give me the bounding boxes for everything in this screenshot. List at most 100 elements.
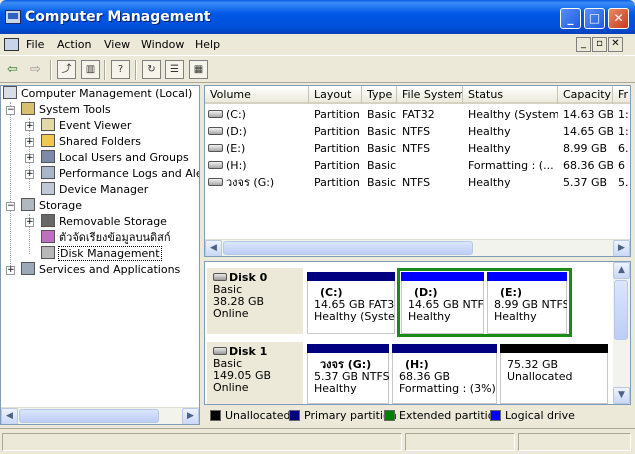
menu-action[interactable]: Action (57, 38, 91, 51)
tree-services-label: Services and Applications (39, 263, 181, 276)
legend-extended: Extended partition (384, 408, 501, 424)
tree-root-label: Computer Management (Local) (21, 87, 193, 100)
tree-device-manager-label: Device Manager (59, 183, 149, 196)
col-free-space[interactable]: Fr (613, 86, 630, 104)
back-icon[interactable]: ⇦ (3, 60, 22, 79)
menu-file[interactable]: File (26, 38, 44, 51)
partition-d[interactable]: (D:) 14.65 GB NTFS Healthy (401, 272, 484, 334)
volume-row[interactable]: (E:) Partition Basic NTFS Healthy 8.99 G… (205, 140, 630, 157)
col-status[interactable]: Status (463, 86, 558, 104)
close-button[interactable]: ✕ (608, 8, 629, 29)
show-hide-tree-icon[interactable]: ▥ (81, 60, 100, 79)
disk-0-label[interactable]: Disk 0 Basic 38.28 GB Online (207, 268, 304, 334)
storage-icon (21, 198, 35, 211)
drive-icon (208, 127, 223, 135)
minimize-button[interactable]: _ (560, 8, 581, 29)
collapse-system-tools-icon[interactable]: − (6, 106, 15, 115)
volume-row[interactable]: (D:) Partition Basic NTFS Healthy 14.65 … (205, 123, 630, 140)
help-icon[interactable]: ? (111, 60, 130, 79)
scroll-up-icon[interactable]: ▲ (613, 262, 630, 279)
expand-services-icon[interactable]: + (6, 266, 15, 275)
tree-disk-management[interactable]: Disk Management (41, 246, 162, 262)
tree-removable-storage-label: Removable Storage (59, 215, 167, 228)
tree-horizontal-scrollbar[interactable]: ◀ ▶ (1, 407, 199, 424)
partition-g[interactable]: วงจร (G:) 5.37 GB NTFS Healthy (307, 344, 389, 404)
status-cell: Healthy (468, 176, 511, 189)
volume-row[interactable]: (H:) Partition Basic Formatting : (... 6… (205, 157, 630, 174)
toolbar-separator (135, 60, 137, 80)
scroll-right-icon[interactable]: ▶ (182, 408, 199, 424)
expand-removable-storage-icon[interactable]: + (25, 218, 34, 227)
tree-storage[interactable]: Storage (21, 198, 82, 214)
refresh-icon[interactable]: ↻ (142, 60, 161, 79)
tree-removable-storage[interactable]: Removable Storage (41, 214, 167, 230)
col-layout[interactable]: Layout (309, 86, 362, 104)
console-tree[interactable]: Computer Management (Local) − System Too… (0, 85, 200, 425)
volume-row[interactable]: (C:) Partition Basic FAT32 Healthy (Syst… (205, 106, 630, 123)
unallocated-bar (500, 344, 608, 353)
volume-list[interactable]: Volume Layout Type File System Status Ca… (204, 85, 631, 257)
child-close-button[interactable]: ✕ (608, 37, 623, 52)
scroll-thumb[interactable] (614, 280, 628, 340)
menu-help[interactable]: Help (195, 38, 220, 51)
expand-local-users-icon[interactable]: + (25, 154, 34, 163)
toolbar-separator (50, 60, 52, 80)
drive-icon (208, 110, 223, 118)
expand-perf-logs-icon[interactable]: + (25, 170, 34, 179)
primary-partition-bar (307, 344, 389, 353)
expand-shared-folders-icon[interactable]: + (25, 138, 34, 147)
legend-unallocated: Unallocated (210, 408, 290, 424)
col-type[interactable]: Type (362, 86, 397, 104)
tree-services[interactable]: Services and Applications (21, 262, 180, 278)
tree-defragmenter[interactable]: ตัวจัดเรียงข้อมูลบนดิสก์ (41, 230, 171, 246)
tree-root[interactable]: Computer Management (Local) (3, 86, 192, 102)
tree-device-manager[interactable]: Device Manager (41, 182, 148, 198)
forward-icon[interactable]: ⇨ (26, 60, 45, 79)
title-bar[interactable]: Computer Management _ □ ✕ (0, 0, 635, 34)
status-cell-main (2, 433, 402, 451)
child-minimize-button[interactable]: _ (576, 37, 591, 52)
partition-e[interactable]: (E:) 8.99 GB NTFS Healthy (487, 272, 567, 334)
menu-view[interactable]: View (104, 38, 130, 51)
partition-status: Unallocated (507, 370, 573, 383)
file-system-cell: NTFS (402, 142, 431, 155)
tree-system-tools[interactable]: System Tools (21, 102, 111, 118)
tree-perf-logs[interactable]: Performance Logs and Alerts (41, 166, 199, 182)
logical-drive-bar (487, 272, 567, 281)
disk-1-label[interactable]: Disk 1 Basic 149.05 GB Online (207, 342, 304, 404)
volume-row[interactable]: วงจร (G:) Partition Basic NTFS Healthy 5… (205, 174, 630, 191)
computer-management-window: Computer Management _ □ ✕ File Action Vi… (0, 0, 635, 454)
disk-graphical-view[interactable]: Disk 0 Basic 38.28 GB Online (C:) 14.65 … (204, 261, 631, 405)
child-restore-button[interactable]: ▫ (592, 37, 607, 52)
scroll-thumb[interactable] (19, 409, 159, 423)
capacity-cell: 14.63 GB (563, 108, 613, 121)
properties-icon[interactable]: ☰ (165, 60, 184, 79)
disk-view-vertical-scrollbar[interactable]: ▲ ▼ (613, 262, 630, 404)
export-icon[interactable]: ▦ (189, 60, 208, 79)
performance-icon (41, 166, 55, 179)
col-volume[interactable]: Volume (205, 86, 309, 104)
menu-window[interactable]: Window (141, 38, 184, 51)
tree-shared-folders[interactable]: Shared Folders (41, 134, 141, 150)
partition-h[interactable]: (H:) 68.36 GB Formatting : (3%) (392, 344, 497, 404)
status-cell: Healthy (System) (468, 108, 558, 121)
collapse-storage-icon[interactable]: − (6, 202, 15, 211)
scroll-thumb[interactable] (223, 241, 473, 255)
partition-c[interactable]: (C:) 14.65 GB FAT32 Healthy (System) (307, 272, 395, 334)
expand-event-viewer-icon[interactable]: + (25, 122, 34, 131)
tree-local-users[interactable]: Local Users and Groups (41, 150, 189, 166)
scroll-right-icon[interactable]: ▶ (613, 240, 630, 256)
scroll-left-icon[interactable]: ◀ (1, 408, 18, 424)
tree-event-viewer[interactable]: Event Viewer (41, 118, 131, 134)
col-capacity[interactable]: Capacity (558, 86, 613, 104)
maximize-button[interactable]: □ (584, 8, 605, 29)
volume-list-horizontal-scrollbar[interactable]: ◀ ▶ (205, 239, 630, 256)
up-folder-icon[interactable]: ⤴ (57, 60, 76, 79)
scroll-down-icon[interactable]: ▼ (613, 387, 630, 404)
capacity-cell: 5.37 GB (563, 176, 608, 189)
console-menu-icon[interactable] (4, 38, 19, 51)
partition-status: Healthy (408, 310, 451, 323)
col-file-system[interactable]: File System (397, 86, 463, 104)
scroll-left-icon[interactable]: ◀ (205, 240, 222, 256)
unallocated-space[interactable]: 75.32 GB Unallocated (500, 344, 608, 404)
